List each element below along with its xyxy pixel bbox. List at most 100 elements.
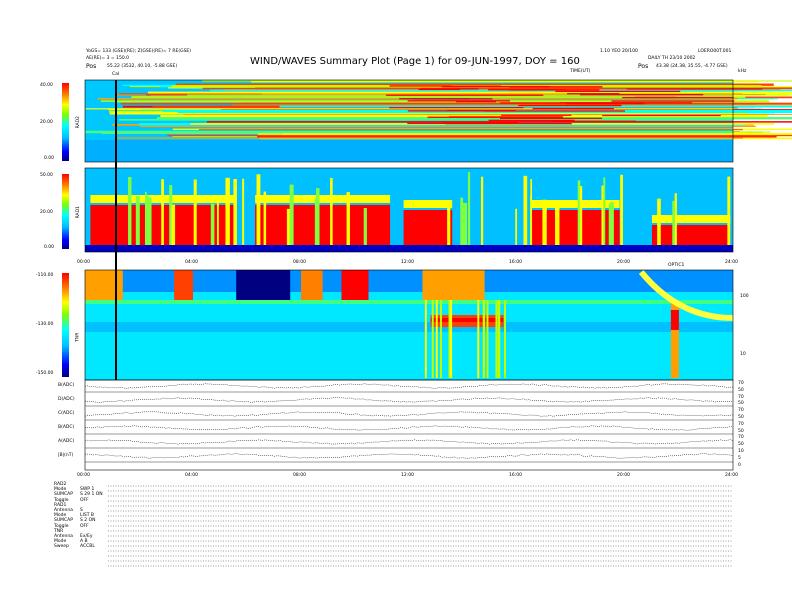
tnr-cbar-tick-2: -150.00 bbox=[36, 371, 54, 376]
housekeeping-trace bbox=[84, 397, 733, 403]
tnr-ylabel: TNR bbox=[75, 332, 81, 342]
rad1-colorbar bbox=[62, 174, 69, 249]
housekeeping-x-tick: 12:00 bbox=[401, 473, 414, 478]
rad1-spike bbox=[316, 188, 320, 245]
rad2-streak bbox=[257, 133, 792, 135]
rad1-x-tick: 20:00 bbox=[617, 260, 630, 265]
housekeeping-right-tick: 50 bbox=[738, 387, 744, 393]
housekeeping-lines bbox=[84, 383, 734, 463]
housekeeping-trace bbox=[84, 425, 734, 431]
rad1-spike bbox=[263, 191, 267, 245]
rad2-red-streak bbox=[427, 116, 564, 118]
rad1-spike bbox=[363, 208, 367, 245]
rad1-cbar-tick-0: 50.00 bbox=[40, 173, 53, 178]
rad1-spike bbox=[210, 203, 215, 245]
tnr-vertical bbox=[477, 300, 480, 378]
rad1-spike bbox=[233, 179, 237, 245]
status-key: Sweep bbox=[54, 544, 69, 550]
rad1-spike bbox=[128, 176, 132, 245]
tnr-vertical bbox=[503, 300, 506, 378]
tnr-patch bbox=[301, 270, 323, 300]
rad1-spike bbox=[460, 197, 464, 245]
tnr-patch bbox=[236, 270, 291, 300]
tnr-vertical bbox=[431, 300, 434, 378]
rad1-spike bbox=[467, 172, 471, 245]
housekeeping-series-label: B(ADC) bbox=[58, 425, 75, 430]
rad1-cbar-tick-1: 20.00 bbox=[40, 210, 53, 215]
rad2-red-streak bbox=[484, 110, 626, 112]
rad1-x-tick: 08:00 bbox=[293, 260, 306, 265]
rad1-spike bbox=[608, 204, 612, 245]
rad1-spike bbox=[657, 198, 661, 245]
rad1-burst-edge bbox=[652, 215, 731, 223]
housekeeping-trace bbox=[84, 411, 734, 417]
rad1-spike bbox=[603, 177, 606, 245]
tnr-patch bbox=[341, 270, 369, 300]
summary-chart bbox=[62, 79, 792, 567]
rad1-spike bbox=[727, 176, 731, 245]
rad1-spike bbox=[193, 179, 197, 245]
rad2-colorbar bbox=[62, 83, 69, 161]
rad1-spike bbox=[225, 177, 230, 245]
tnr-colorbar bbox=[62, 273, 69, 377]
tnr-vertical bbox=[486, 300, 489, 378]
housekeeping-right-tick: 50 bbox=[738, 428, 744, 434]
rad1-ylabel: RAD1 bbox=[75, 206, 81, 219]
rad2-cbar-tick-2: 0.00 bbox=[44, 156, 55, 161]
rad2-red-streak bbox=[445, 122, 572, 125]
rad1-x-tick: 00:00 bbox=[77, 260, 90, 265]
tnr-right-tick-1: 10 bbox=[740, 352, 746, 357]
rad2-streak bbox=[115, 137, 743, 139]
housekeeping-x-tick: 08:00 bbox=[293, 473, 306, 478]
housekeeping-series-label: |B|(nT) bbox=[58, 453, 74, 458]
rad2-red-streak bbox=[418, 88, 460, 91]
housekeeping-x-tick: 20:00 bbox=[617, 473, 630, 478]
tnr-patch bbox=[422, 270, 485, 300]
housekeeping-series-label: D(ADC) bbox=[58, 397, 75, 402]
status-value: OFF bbox=[80, 497, 89, 503]
rad2-red-streak bbox=[634, 96, 677, 99]
rad1-spike bbox=[579, 186, 583, 245]
rad2-red-streak bbox=[509, 89, 600, 91]
rad2-red-streak bbox=[407, 100, 510, 102]
rad1-x-tick: 04:00 bbox=[185, 260, 198, 265]
status-value: OFF bbox=[80, 523, 89, 529]
rad2-red-streak bbox=[602, 114, 721, 117]
housekeeping-x-tick: 04:00 bbox=[185, 473, 198, 478]
housekeeping-right-tick: 10 bbox=[738, 449, 744, 454]
rad1-spike bbox=[672, 200, 675, 245]
housekeeping-right-tick: 70 bbox=[738, 435, 744, 441]
rad2-streak bbox=[199, 129, 743, 131]
rad2-streak bbox=[167, 134, 792, 137]
housekeeping-series-label: B(ADC) bbox=[58, 383, 75, 388]
rad1-spike bbox=[242, 178, 245, 245]
rad2-streak bbox=[85, 130, 734, 134]
rad1-burst bbox=[652, 225, 731, 245]
rad1-burst-edge bbox=[403, 200, 453, 208]
tnr-vertical bbox=[495, 300, 498, 378]
tnr-event-core bbox=[670, 310, 679, 330]
rad2-red-streak bbox=[501, 114, 572, 116]
housekeeping-right-tick: 50 bbox=[738, 401, 744, 407]
tnr-line bbox=[85, 300, 733, 304]
rad2-red-streak bbox=[555, 90, 681, 93]
rad2-cbar-tick-1: 20.00 bbox=[40, 120, 53, 125]
rad1-spike bbox=[171, 204, 176, 245]
rad1-cbar-tick-2: 0.00 bbox=[44, 245, 55, 250]
rad1-spike bbox=[530, 179, 533, 245]
housekeeping-x-tick: 16:00 bbox=[509, 473, 522, 478]
rad1-spike bbox=[256, 174, 261, 245]
housekeeping-trace bbox=[84, 383, 733, 389]
tnr-marker-label: OPTIC1 bbox=[668, 263, 685, 268]
rad1-spike bbox=[542, 199, 547, 245]
rad2-ylabel: RAD2 bbox=[75, 116, 81, 129]
rad1-spike bbox=[447, 204, 451, 245]
housekeeping-trace bbox=[85, 453, 734, 459]
rad2-red-streak bbox=[413, 98, 493, 100]
rad1-spike bbox=[145, 191, 147, 245]
rad1-spike bbox=[135, 196, 140, 245]
rad1-spike bbox=[330, 177, 333, 245]
housekeeping-x-tick: 24:00 bbox=[725, 473, 738, 478]
tnr-vertical bbox=[424, 300, 427, 378]
rad1-spike bbox=[480, 176, 484, 245]
